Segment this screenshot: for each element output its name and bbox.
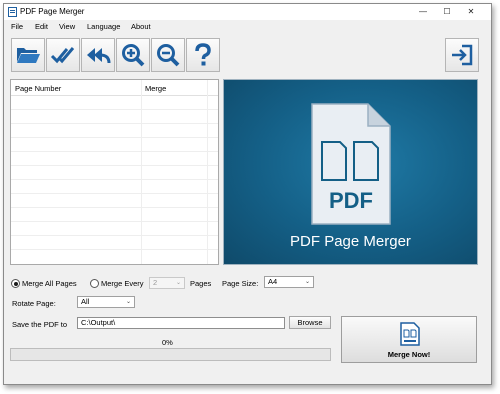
menu-about[interactable]: About: [131, 22, 151, 31]
grid-line: [11, 165, 218, 166]
column-divider: [207, 80, 208, 264]
app-window: PDF Page Merger — ☐ ✕ File Edit View Lan…: [3, 3, 492, 385]
chevron-down-icon: ⌄: [125, 299, 131, 305]
pages-label: Pages: [190, 279, 212, 288]
merge-every-radio[interactable]: [90, 279, 99, 288]
column-merge[interactable]: Merge: [145, 84, 166, 93]
spinner-arrow-icon: ⌄: [175, 280, 181, 286]
browse-button[interactable]: Browse: [289, 316, 331, 329]
rotate-label: Rotate Page:: [12, 299, 56, 308]
merge-every-spinner[interactable]: 2 ⌄: [149, 277, 185, 289]
progress-bar: [10, 348, 331, 361]
save-path-field[interactable]: C:\Output\: [77, 317, 285, 329]
menu-bar: File Edit View Language About: [4, 20, 491, 33]
grid-line: [11, 249, 218, 250]
undo-all-icon: [87, 48, 111, 64]
pdf-badge-text: PDF: [329, 188, 373, 213]
grid-line: [11, 109, 218, 110]
help-icon: [195, 43, 211, 66]
pdf-document-icon: PDF: [311, 103, 391, 225]
undo-all-button[interactable]: [81, 38, 115, 72]
progress-text: 0%: [162, 338, 173, 347]
grid-line: [11, 207, 218, 208]
check-all-button[interactable]: [46, 38, 80, 72]
exit-button[interactable]: [445, 38, 479, 72]
exit-icon: [452, 44, 473, 66]
column-page-number[interactable]: Page Number: [15, 84, 61, 93]
grid-line: [11, 179, 218, 180]
app-icon: [8, 7, 17, 17]
zoom-out-icon: [157, 44, 180, 67]
merge-all-label[interactable]: Merge All Pages: [22, 279, 77, 288]
merge-document-icon: [400, 322, 420, 346]
menu-file[interactable]: File: [11, 22, 23, 31]
page-size-label: Page Size:: [222, 279, 259, 288]
grid-line: [11, 235, 218, 236]
grid-line: [11, 151, 218, 152]
save-path-value: C:\Output\: [81, 318, 116, 327]
rotate-value: All: [81, 297, 90, 306]
title-bar: PDF Page Merger — ☐ ✕: [4, 4, 491, 20]
page-list[interactable]: Page Number Merge: [10, 79, 219, 265]
save-label: Save the PDF to: [12, 320, 68, 329]
merge-every-label[interactable]: Merge Every: [101, 279, 144, 288]
check-all-icon: [50, 47, 75, 64]
column-divider: [141, 80, 142, 264]
list-header: Page Number Merge: [11, 80, 218, 96]
merge-every-value: 2: [153, 278, 158, 287]
page-size-value: A4: [268, 277, 278, 286]
grid-line: [11, 221, 218, 222]
merge-now-label: Merge Now!: [387, 350, 431, 359]
grid-line: [11, 193, 218, 194]
preview-panel: PDF PDF Page Merger: [223, 79, 478, 265]
open-button[interactable]: [11, 38, 45, 72]
close-button[interactable]: ✕: [459, 4, 483, 20]
minimize-button[interactable]: —: [411, 4, 435, 20]
menu-language[interactable]: Language: [87, 22, 120, 31]
zoom-in-button[interactable]: [116, 38, 150, 72]
open-folder-icon: [17, 48, 40, 63]
grid-line: [11, 123, 218, 124]
menu-view[interactable]: View: [59, 22, 75, 31]
help-button[interactable]: [186, 38, 220, 72]
merge-now-button[interactable]: Merge Now!: [341, 316, 477, 363]
maximize-button[interactable]: ☐: [435, 4, 459, 20]
page-size-select[interactable]: A4 ⌄: [264, 276, 314, 288]
zoom-in-icon: [122, 44, 145, 67]
window-title: PDF Page Merger: [20, 7, 85, 16]
merge-all-radio[interactable]: [11, 279, 20, 288]
menu-edit[interactable]: Edit: [35, 22, 48, 31]
grid-line: [11, 137, 218, 138]
chevron-down-icon: ⌄: [304, 279, 310, 285]
zoom-out-button[interactable]: [151, 38, 185, 72]
rotate-select[interactable]: All ⌄: [77, 296, 135, 308]
preview-caption: PDF Page Merger: [290, 233, 411, 250]
